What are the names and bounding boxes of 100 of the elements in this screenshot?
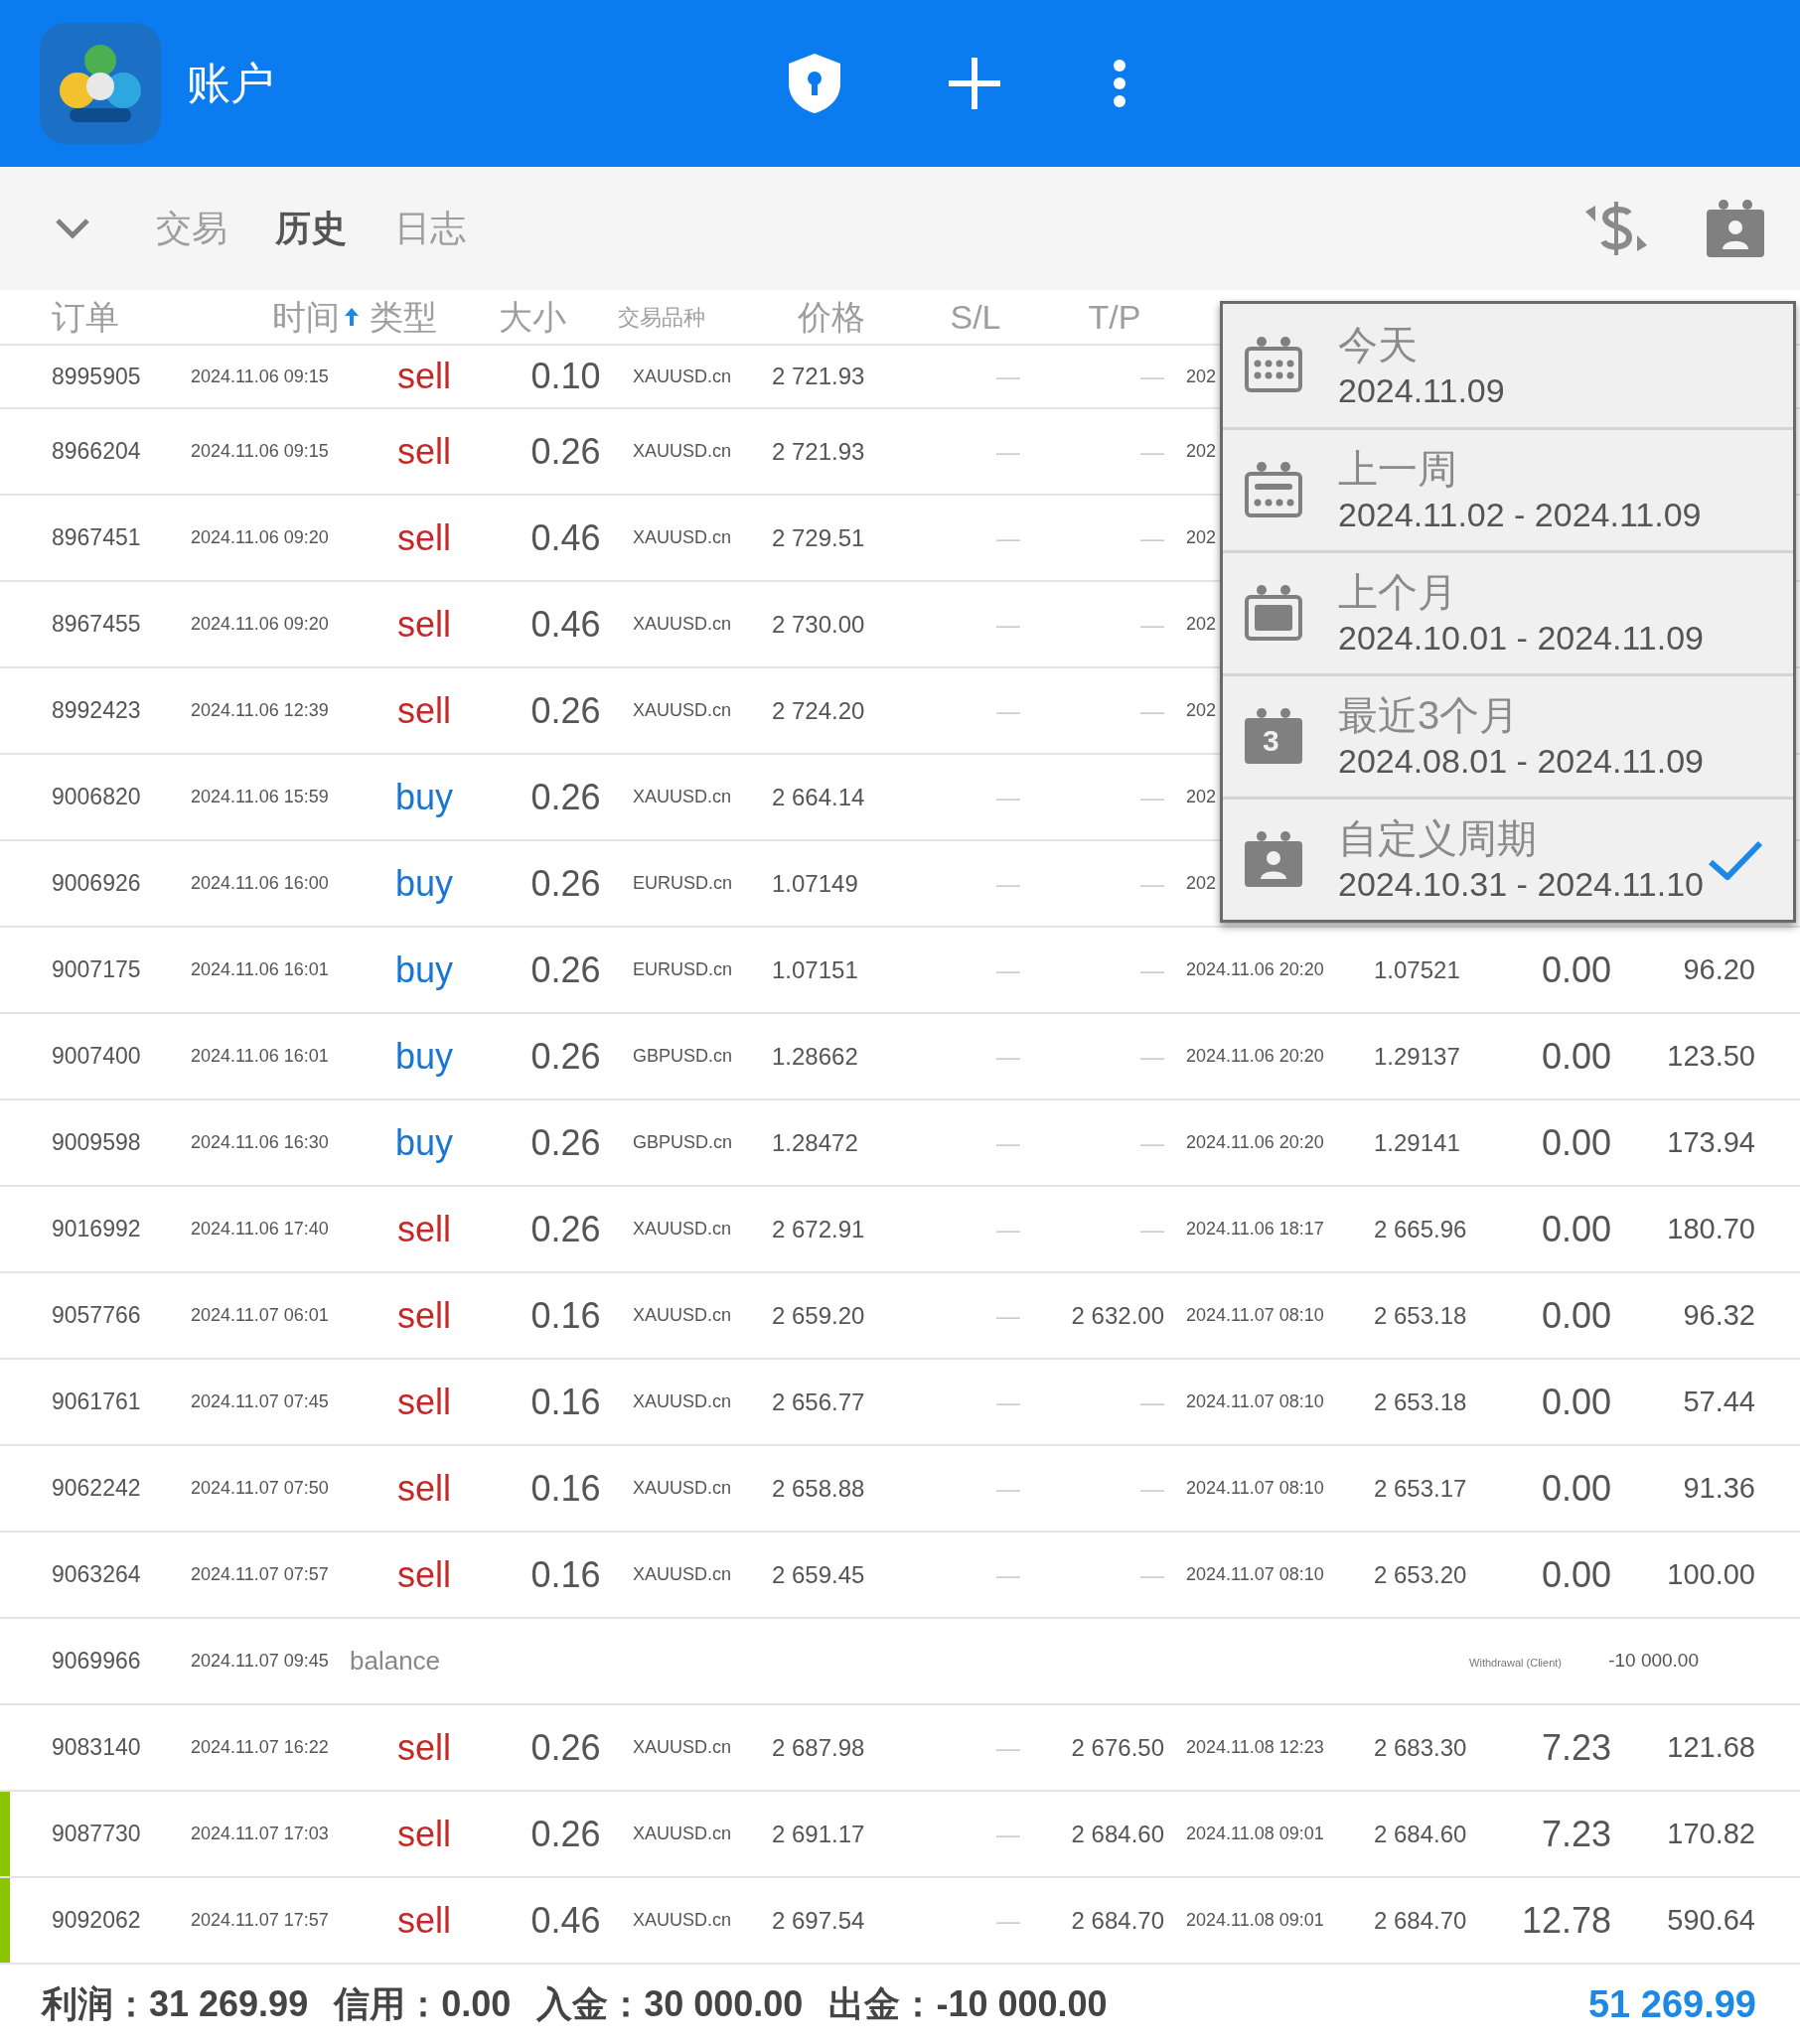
column-header[interactable]: 交易品种 [618, 300, 705, 334]
order-number: 9062242 [52, 1475, 141, 1502]
symbol: XAUUSD.cn [633, 365, 732, 386]
open-time: 2024.11.07 07:57 [191, 1564, 329, 1584]
profit: -10 000.00 [1608, 1650, 1699, 1672]
volume: 0.26 [530, 776, 601, 817]
period-option[interactable]: 上个月 2024.10.01 - 2024.11.09 [1223, 550, 1793, 673]
stop-loss: — [996, 1301, 1020, 1329]
symbol: GBPUSD.cn [633, 1132, 733, 1152]
close-price: 2 653.18 [1374, 1301, 1467, 1329]
symbol: EURUSD.cn [633, 873, 733, 893]
more-icon[interactable] [1113, 59, 1126, 108]
volume: 0.26 [530, 1121, 601, 1163]
symbol: XAUUSD.cn [633, 700, 732, 720]
period-label: 最近3个月 [1338, 692, 1521, 740]
column-header[interactable]: 时间 [272, 291, 340, 343]
trade-type: sell [397, 1381, 451, 1422]
period-range: 2024.08.01 - 2024.11.09 [1338, 741, 1706, 783]
calendar-person-icon[interactable] [1705, 198, 1766, 259]
add-icon[interactable] [947, 56, 1002, 111]
close-price: 2 653.17 [1374, 1474, 1467, 1502]
column-header[interactable]: 大小 [499, 291, 566, 343]
period-label: 自定义周期 [1338, 815, 1538, 863]
period-option[interactable]: 自定义周期 2024.10.31 - 2024.11.10 [1223, 797, 1793, 920]
open-time: 2024.11.07 07:50 [191, 1478, 329, 1498]
profit: 590.64 [1667, 1903, 1755, 1936]
order-number: 9063264 [52, 1561, 141, 1588]
take-profit: — [1140, 437, 1164, 465]
chevron-down-icon[interactable] [55, 218, 90, 239]
stop-loss: — [996, 1042, 1020, 1070]
trade-type: sell [397, 1726, 451, 1768]
open-time: 2024.11.06 09:20 [191, 527, 329, 547]
symbol: XAUUSD.cn [633, 1910, 732, 1930]
profit: 180.70 [1667, 1212, 1755, 1244]
close-time: 2024.11.08 12:23 [1186, 1737, 1324, 1757]
open-time: 2024.11.06 09:15 [191, 365, 329, 386]
profit: 170.82 [1667, 1817, 1755, 1849]
take-profit: — [1140, 523, 1164, 551]
order-number: 8966204 [52, 438, 141, 465]
column-header[interactable]: 价格 [798, 291, 865, 343]
open-price: 2 724.20 [772, 696, 865, 724]
open-price: 1.07149 [772, 869, 858, 897]
take-profit: — [1140, 869, 1164, 897]
symbol: XAUUSD.cn [633, 614, 732, 634]
stop-loss: — [996, 1733, 1020, 1761]
close-time: 202 [1186, 700, 1217, 720]
profit: 121.68 [1667, 1730, 1755, 1763]
period-option[interactable]: 今天 2024.11.09 [1223, 304, 1793, 427]
tab[interactable]: 交易 [156, 202, 227, 255]
app-logo-icon[interactable] [40, 23, 161, 144]
period-option[interactable]: 3 最近3个月 2024.08.01 - 2024.11.09 [1223, 673, 1793, 797]
period-label: 上个月 [1338, 569, 1458, 617]
close-time: 202 [1186, 873, 1217, 893]
open-time: 2024.11.06 16:01 [191, 959, 329, 979]
order-number: 9092062 [52, 1907, 141, 1934]
symbol: XAUUSD.cn [633, 527, 732, 547]
order-number: 9087730 [52, 1821, 141, 1847]
profit: 96.20 [1683, 952, 1755, 985]
period-option[interactable]: 上一周 2024.11.02 - 2024.11.09 [1223, 427, 1793, 550]
open-time: 2024.11.06 17:40 [191, 1219, 329, 1239]
take-profit: — [1140, 1474, 1164, 1502]
close-price: 1.29141 [1374, 1128, 1460, 1156]
close-price: 2 684.70 [1374, 1906, 1467, 1934]
close-price: 2 683.30 [1374, 1733, 1467, 1761]
volume: 0.16 [530, 1294, 601, 1336]
app-title: 账户 [187, 58, 274, 109]
column-header[interactable]: S/L [950, 291, 1001, 343]
column-header[interactable]: 类型 [370, 291, 437, 343]
open-price: 2 672.91 [772, 1215, 865, 1242]
stop-loss: — [996, 363, 1020, 389]
close-time: 2024.11.06 20:20 [1186, 1132, 1324, 1152]
close-time: 2024.11.06 20:20 [1186, 1046, 1324, 1066]
symbol: XAUUSD.cn [633, 441, 732, 461]
take-profit: 2 684.60 [1071, 1820, 1164, 1847]
trade-type: buy [394, 1121, 453, 1163]
trade-type: sell [397, 603, 451, 645]
tab[interactable]: 日志 [394, 202, 466, 255]
symbol: GBPUSD.cn [633, 1046, 733, 1066]
open-price: 2 721.93 [772, 363, 865, 389]
take-profit: — [1140, 1215, 1164, 1242]
column-header[interactable]: 订单 [52, 291, 119, 343]
take-profit: 2 684.70 [1071, 1906, 1164, 1934]
trade-type: sell [397, 1553, 451, 1595]
close-time: 202 [1186, 527, 1217, 547]
column-header[interactable]: T/P [1088, 291, 1141, 343]
shield-icon[interactable] [787, 52, 842, 115]
trade-type: sell [397, 356, 451, 396]
close-time: 202 [1186, 614, 1217, 634]
open-time: 2024.11.06 16:30 [191, 1132, 329, 1152]
volume: 0.46 [530, 1899, 601, 1941]
open-time: 2024.11.06 16:00 [191, 873, 329, 893]
stop-loss: — [996, 869, 1020, 897]
close-time: 202 [1186, 441, 1217, 461]
tab[interactable]: 历史 [275, 202, 347, 255]
stop-loss: — [996, 1474, 1020, 1502]
take-profit: — [1140, 610, 1164, 638]
swap: 0.00 [1541, 1208, 1611, 1249]
stop-loss: — [996, 610, 1020, 638]
stop-loss: — [996, 1820, 1020, 1847]
open-price: 2 656.77 [772, 1387, 865, 1415]
